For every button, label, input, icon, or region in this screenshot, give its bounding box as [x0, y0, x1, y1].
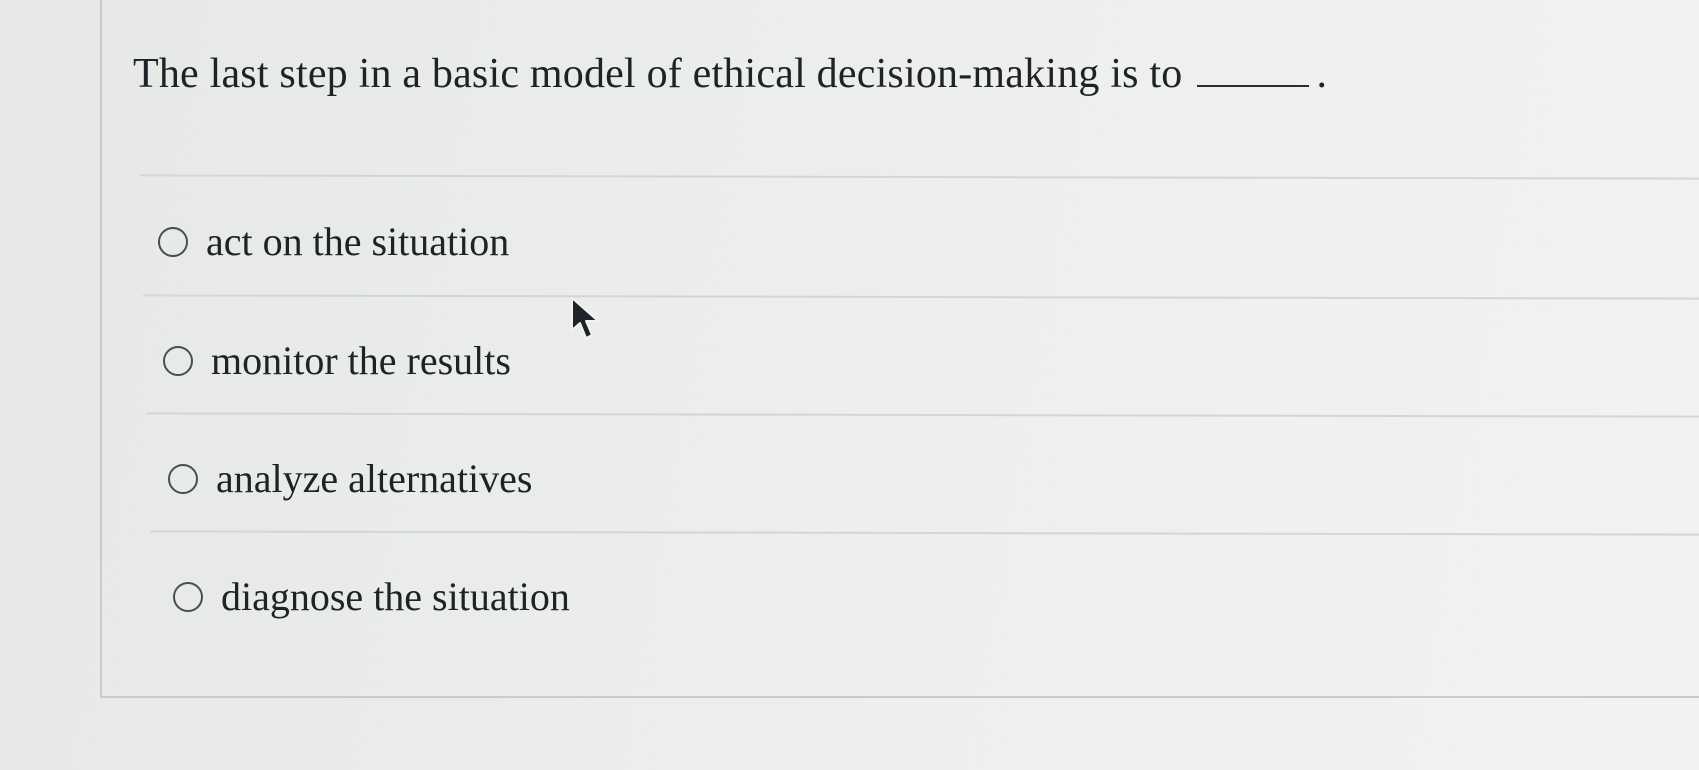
radio-button[interactable] — [158, 226, 188, 257]
question-end-punctuation: . — [1316, 51, 1328, 97]
option-act-on-the-situation[interactable]: act on the situation — [158, 218, 509, 265]
option-label: monitor the results — [211, 338, 511, 383]
option-label: act on the situation — [206, 219, 510, 264]
question-prompt: The last step in a basic model of ethica… — [133, 50, 1327, 98]
option-diagnose-the-situation[interactable]: diagnose the situation — [173, 573, 570, 620]
radio-button[interactable] — [163, 345, 193, 376]
question-text: The last step in a basic model of ethica… — [133, 51, 1183, 97]
option-label: diagnose the situation — [221, 574, 570, 619]
radio-button[interactable] — [173, 581, 203, 612]
answer-blank — [1196, 53, 1309, 87]
option-label: analyze alternatives — [216, 456, 533, 501]
option-monitor-the-results[interactable]: monitor the results — [163, 337, 511, 384]
option-analyze-alternatives[interactable]: analyze alternatives — [168, 455, 532, 502]
mouse-pointer-arrow-icon — [571, 297, 599, 339]
radio-button[interactable] — [168, 463, 198, 494]
